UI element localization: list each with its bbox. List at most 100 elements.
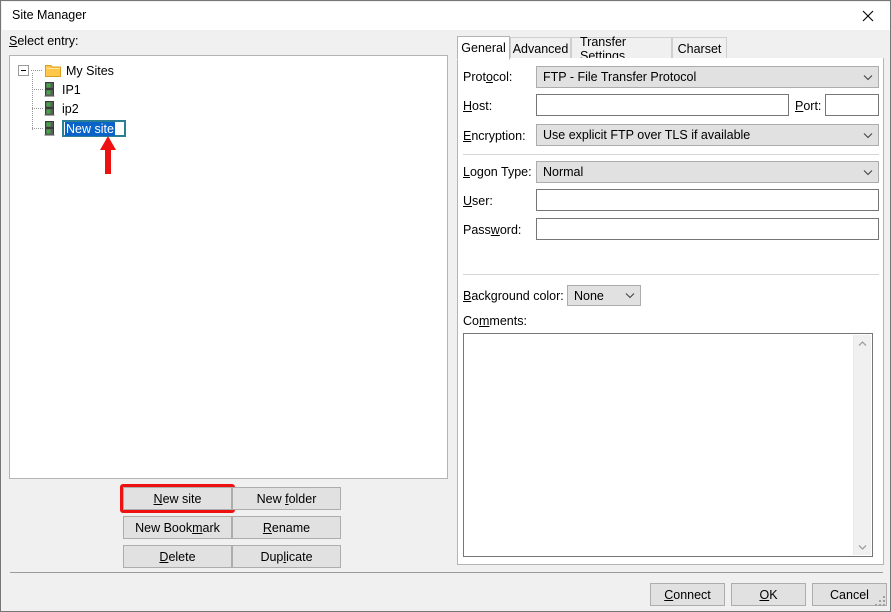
connect-button[interactable]: Connect (650, 583, 725, 606)
site-tree-panel[interactable]: My Sites IP1 (9, 55, 448, 479)
comments-textarea[interactable] (463, 333, 873, 557)
ok-button[interactable]: OK (731, 583, 806, 606)
encryption-select[interactable]: Use explicit FTP over TLS if available (536, 124, 879, 146)
comments-label-b: ments: (489, 314, 527, 328)
protocol-label: Protocol: (463, 70, 512, 84)
user-label: User: (463, 194, 493, 208)
tree-connector-dots (31, 70, 43, 71)
server-icon (44, 82, 55, 97)
select-entry-text: elect entry: (17, 34, 78, 48)
tab-advanced[interactable]: Advanced (510, 37, 571, 59)
ok-button-label: K (769, 588, 777, 602)
tree-item-label: ip2 (62, 102, 79, 116)
logon-type-select[interactable]: Normal (536, 161, 879, 183)
user-label-text: ser: (472, 194, 493, 208)
encryption-label: Encryption: (463, 129, 526, 143)
select-entry-label: Select entry: (9, 34, 78, 48)
section-divider (463, 154, 879, 155)
protocol-select[interactable]: FTP - File Transfer Protocol (536, 66, 879, 88)
comments-label-a: Co (463, 314, 479, 328)
new-site-button-mnemonic: N (154, 492, 163, 506)
chevron-down-icon (858, 74, 878, 81)
section-divider (463, 274, 879, 275)
tree-item-label: My Sites (66, 64, 114, 78)
tree-connector-dots (32, 128, 44, 129)
connect-button-label: onnect (673, 588, 711, 602)
tree-item-label: IP1 (62, 83, 81, 97)
collapse-expander-icon[interactable] (18, 65, 29, 76)
rename-input[interactable]: New site (62, 120, 126, 137)
port-input[interactable] (825, 94, 879, 116)
tree-item-new-site[interactable]: New site (10, 118, 447, 139)
logon-type-label: Logon Type: (463, 165, 532, 179)
tree-item-ip2[interactable]: ip2 (10, 99, 447, 118)
chevron-down-icon (858, 169, 878, 176)
window-title: Site Manager (12, 8, 86, 22)
host-label-mnemonic: H (463, 99, 472, 113)
logon-type-label-text: ogon Type: (470, 165, 532, 179)
new-bookmark-button-label-rest: ark (203, 521, 220, 535)
new-folder-button-label-rest: older (289, 492, 317, 506)
delete-button[interactable]: Delete (123, 545, 232, 568)
protocol-label-mnemonic: o (486, 70, 493, 84)
rename-button-mnemonic: R (263, 521, 272, 535)
duplicate-button[interactable]: Duplicate (232, 545, 341, 568)
new-folder-button[interactable]: New folder (232, 487, 341, 510)
new-folder-button-label: New (257, 492, 285, 506)
protocol-label-b: col: (493, 70, 512, 84)
background-color-label: Background color: (463, 289, 564, 303)
close-icon[interactable] (845, 2, 891, 30)
logon-type-select-value: Normal (537, 165, 858, 179)
scroll-down-icon[interactable] (854, 538, 871, 555)
tree-item-ip1[interactable]: IP1 (10, 80, 447, 99)
tab-advanced-label: Advanced (513, 42, 569, 56)
port-label-text: ort: (803, 99, 821, 113)
host-label-text: ost: (472, 99, 492, 113)
tree-connector-dots (32, 108, 44, 109)
comments-label-mnemonic: m (479, 314, 489, 328)
tab-general[interactable]: General (457, 36, 510, 60)
password-label: Password: (463, 223, 521, 237)
logon-type-label-mnemonic: L (463, 165, 470, 179)
resize-grip-icon[interactable] (875, 596, 887, 608)
user-label-mnemonic: U (463, 194, 472, 208)
cancel-button-label: Cancel (830, 588, 869, 602)
new-site-button-label: ew site (163, 492, 202, 506)
new-bookmark-button[interactable]: New Bookmark (123, 516, 232, 539)
new-bookmark-button-label: New Book (135, 521, 192, 535)
server-icon (44, 101, 55, 116)
password-label-mnemonic: w (491, 223, 500, 237)
password-input[interactable] (536, 218, 879, 240)
folder-icon (45, 64, 61, 77)
background-color-select[interactable]: None (567, 285, 641, 306)
host-input[interactable] (536, 94, 789, 116)
tab-transfer-settings[interactable]: Transfer Settings (571, 37, 672, 59)
background-color-label-text: ackground color: (471, 289, 563, 303)
tab-charset[interactable]: Charset (672, 37, 727, 59)
new-bookmark-button-mnemonic: m (192, 521, 202, 535)
duplicate-button-label: Dup (260, 550, 283, 564)
password-label-a: Pass (463, 223, 491, 237)
ok-button-mnemonic: O (759, 588, 769, 602)
background-color-select-value: None (568, 289, 620, 303)
scroll-up-icon[interactable] (854, 335, 871, 352)
tab-general-label: General (461, 41, 505, 55)
delete-button-label: elete (168, 550, 195, 564)
user-input[interactable] (536, 189, 879, 211)
comments-scrollbar[interactable] (853, 335, 871, 555)
tree-item-my-sites[interactable]: My Sites (10, 61, 447, 80)
protocol-label-a: Prot (463, 70, 486, 84)
comments-label: Comments: (463, 314, 527, 328)
site-manager-dialog: Site Manager Select entry: My Sites (0, 0, 891, 612)
settings-tabstrip: General Advanced Transfer Settings Chars… (457, 36, 884, 59)
rename-button-label: ename (272, 521, 310, 535)
encryption-label-text: ncryption: (471, 129, 525, 143)
password-label-b: ord: (500, 223, 522, 237)
new-site-button[interactable]: New site (123, 487, 232, 510)
connect-button-mnemonic: C (664, 588, 673, 602)
port-label: Port: (795, 99, 821, 113)
footer-divider (10, 572, 883, 573)
duplicate-button-label-rest: icate (286, 550, 312, 564)
rename-button[interactable]: Rename (232, 516, 341, 539)
protocol-select-value: FTP - File Transfer Protocol (537, 70, 858, 84)
